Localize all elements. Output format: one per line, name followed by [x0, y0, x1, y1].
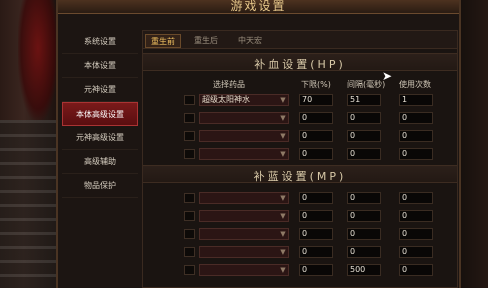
chevron-down-icon: ▼ — [280, 114, 286, 122]
dragon-ornament — [18, 0, 58, 120]
rail-ornament — [0, 120, 58, 288]
chevron-down-icon: ▼ — [280, 266, 286, 274]
hp-section-title: 补血设置(HP) — [254, 58, 346, 71]
hp-count-input[interactable]: 1 — [399, 94, 433, 106]
hp-count-input[interactable]: 0 — [399, 148, 433, 160]
chevron-down-icon: ▼ — [280, 248, 286, 256]
tab-zhongtian[interactable]: 中天宏 — [233, 34, 267, 48]
mouse-cursor-icon: ➤ — [382, 69, 393, 83]
decorative-background-right — [460, 0, 488, 288]
mp-item-select[interactable]: ▼ — [199, 246, 289, 258]
hp-row: 超级太阳神水 ▼ 70 51 1 — [143, 93, 457, 107]
mp-interval-input[interactable]: 500 — [347, 264, 381, 276]
mp-row: ▼ 0 0 0 — [143, 245, 457, 259]
hp-count-input[interactable]: 0 — [399, 130, 433, 142]
settings-content: 重生前 重生后 中天宏 补血设置(HP) 选择药品 下限(%) 间隔(毫秒) 使… — [142, 30, 458, 288]
title-bar: 游戏设置 — [58, 0, 459, 14]
hp-interval-input[interactable]: 51 — [347, 94, 381, 106]
column-header-interval: 间隔(毫秒) — [347, 80, 386, 89]
sidebar-item-system[interactable]: 系统设置 — [62, 30, 138, 54]
hp-lower-input[interactable]: 70 — [299, 94, 333, 106]
hp-item-select[interactable]: ▼ — [199, 112, 289, 124]
mp-item-select[interactable]: ▼ — [199, 192, 289, 204]
mp-count-input[interactable]: 0 — [399, 264, 433, 276]
mp-lower-input[interactable]: 0 — [299, 228, 333, 240]
sidebar-item-body[interactable]: 本体设置 — [62, 54, 138, 78]
hp-enable-checkbox[interactable] — [184, 131, 195, 141]
hp-interval-input[interactable]: 0 — [347, 148, 381, 160]
decorative-background-left — [0, 0, 60, 288]
hp-item-select[interactable]: ▼ — [199, 130, 289, 142]
hp-lower-input[interactable]: 0 — [299, 112, 333, 124]
mp-interval-input[interactable]: 0 — [347, 228, 381, 240]
settings-sidebar: 系统设置 本体设置 元神设置 本体高级设置 元神高级设置 高级辅助 物品保护 — [62, 30, 138, 288]
mp-item-select[interactable]: ▼ — [199, 210, 289, 222]
hp-section-header: 补血设置(HP) — [143, 53, 457, 71]
column-header-item: 选择药品 — [213, 80, 245, 89]
chevron-down-icon: ▼ — [280, 96, 286, 104]
hp-enable-checkbox[interactable] — [184, 95, 195, 105]
tab-after-rebirth[interactable]: 重生后 — [189, 34, 223, 48]
hp-enable-checkbox[interactable] — [184, 149, 195, 159]
mp-row: ▼ 0 0 0 — [143, 227, 457, 241]
hp-count-input[interactable]: 0 — [399, 112, 433, 124]
mp-row: ▼ 0 0 0 — [143, 191, 457, 205]
tab-before-rebirth[interactable]: 重生前 — [145, 34, 181, 48]
chevron-down-icon: ▼ — [280, 212, 286, 220]
mp-lower-input[interactable]: 0 — [299, 210, 333, 222]
hp-lower-input[interactable]: 0 — [299, 130, 333, 142]
chevron-down-icon: ▼ — [280, 194, 286, 202]
sidebar-item-body-advanced[interactable]: 本体高级设置 — [62, 102, 138, 126]
mp-item-select[interactable]: ▼ — [199, 264, 289, 276]
mp-count-input[interactable]: 0 — [399, 246, 433, 258]
sidebar-item-spirit[interactable]: 元神设置 — [62, 78, 138, 102]
window-title: 游戏设置 — [230, 0, 287, 13]
column-header-count: 使用次数 — [399, 80, 431, 89]
hp-item-select[interactable]: ▼ — [199, 148, 289, 160]
hp-row: ▼ 0 0 0 — [143, 147, 457, 161]
chevron-down-icon: ▼ — [280, 230, 286, 238]
game-settings-window: 游戏设置 系统设置 本体设置 元神设置 本体高级设置 元神高级设置 高级辅助 物… — [56, 0, 461, 288]
mp-enable-checkbox[interactable] — [184, 247, 195, 257]
mp-enable-checkbox[interactable] — [184, 193, 195, 203]
mp-interval-input[interactable]: 0 — [347, 246, 381, 258]
mp-count-input[interactable]: 0 — [399, 192, 433, 204]
hp-lower-input[interactable]: 0 — [299, 148, 333, 160]
hp-item-select[interactable]: 超级太阳神水 ▼ — [199, 94, 289, 106]
tab-bar: 重生前 重生后 中天宏 — [143, 31, 457, 49]
mp-enable-checkbox[interactable] — [184, 211, 195, 221]
mp-interval-input[interactable]: 0 — [347, 192, 381, 204]
hp-row: ▼ 0 0 0 — [143, 111, 457, 125]
hp-enable-checkbox[interactable] — [184, 113, 195, 123]
chevron-down-icon: ▼ — [280, 132, 286, 140]
mp-section-title: 补蓝设置(MP) — [253, 170, 347, 183]
mp-count-input[interactable]: 0 — [399, 228, 433, 240]
hp-item-value: 超级太阳神水 — [202, 95, 250, 104]
mp-enable-checkbox[interactable] — [184, 229, 195, 239]
sidebar-item-spirit-advanced[interactable]: 元神高级设置 — [62, 126, 138, 150]
sidebar-item-advanced-assist[interactable]: 高级辅助 — [62, 150, 138, 174]
mp-section-header: 补蓝设置(MP) — [143, 165, 457, 183]
mp-enable-checkbox[interactable] — [184, 265, 195, 275]
mp-lower-input[interactable]: 0 — [299, 246, 333, 258]
hp-interval-input[interactable]: 0 — [347, 130, 381, 142]
mp-item-select[interactable]: ▼ — [199, 228, 289, 240]
mp-interval-input[interactable]: 0 — [347, 210, 381, 222]
mp-lower-input[interactable]: 0 — [299, 264, 333, 276]
mp-row: ▼ 0 500 0 — [143, 263, 457, 277]
chevron-down-icon: ▼ — [280, 150, 286, 158]
column-header-lower: 下限(%) — [301, 80, 331, 89]
hp-row: ▼ 0 0 0 — [143, 129, 457, 143]
mp-row: ▼ 0 0 0 — [143, 209, 457, 223]
sidebar-item-item-protection[interactable]: 物品保护 — [62, 174, 138, 198]
hp-interval-input[interactable]: 0 — [347, 112, 381, 124]
mp-lower-input[interactable]: 0 — [299, 192, 333, 204]
mp-count-input[interactable]: 0 — [399, 210, 433, 222]
